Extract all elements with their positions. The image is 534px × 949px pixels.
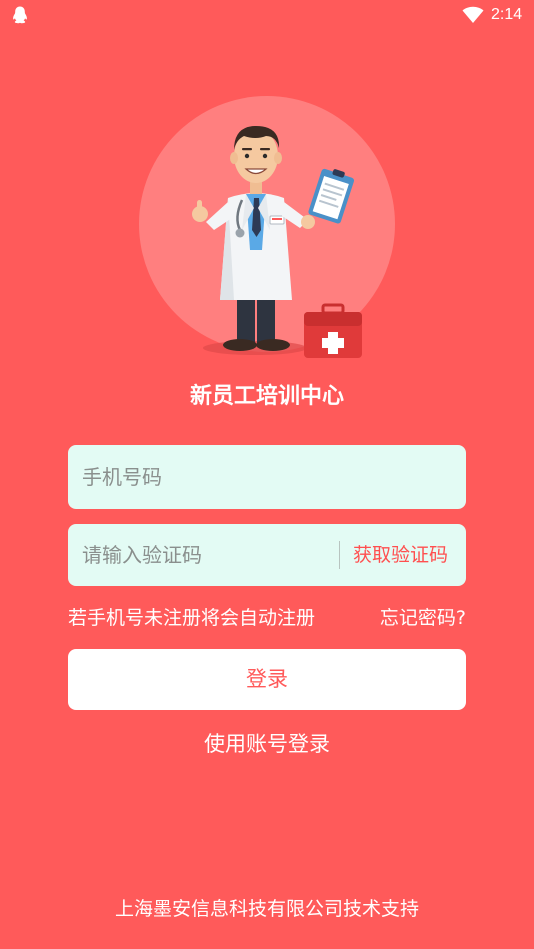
wifi-icon [462,6,484,24]
doctor-illustration [139,96,395,358]
login-button[interactable]: 登录 [68,649,466,710]
footer-credit: 上海墨安信息科技有限公司技术支持 [114,898,419,920]
account-login-link[interactable]: 使用账号登录 [0,727,534,761]
code-divider [339,541,340,569]
forgot-password-link[interactable]: 忘记密码? [380,601,466,635]
login-screen: 2:14 新员工培训中心 手机号码 请输入验证码 获取验证码 若手机号未注册将会… [0,0,534,949]
phone-input[interactable] [82,445,452,509]
code-field-container: 获取验证码 [68,524,466,586]
get-code-button[interactable]: 获取验证码 [353,524,448,586]
status-bar: 2:14 [0,0,534,30]
hint-row: 若手机号未注册将会自动注册 忘记密码? [68,601,466,635]
app-title: 新员工培训中心 [189,384,344,409]
verification-code-input[interactable] [82,524,322,586]
qq-penguin-icon [13,6,27,24]
status-time: 2:14 [491,6,523,23]
auto-register-hint: 若手机号未注册将会自动注册 [68,607,316,629]
phone-field-container [68,445,466,509]
